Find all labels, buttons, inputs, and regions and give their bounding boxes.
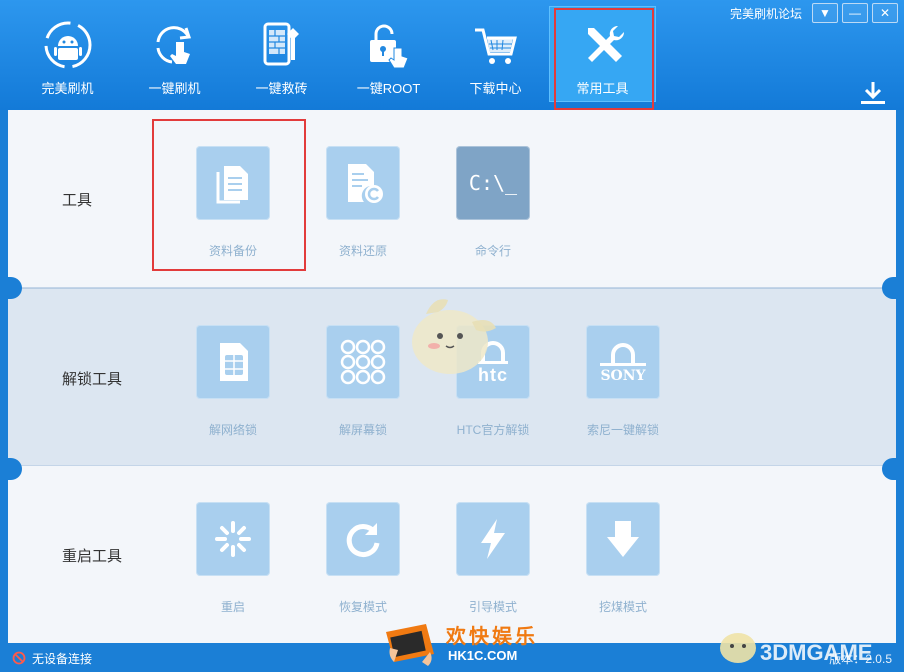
tool-label: 解屏幕锁: [338, 423, 387, 437]
no-device-icon: [12, 651, 26, 665]
3dm-title: 3DMGAME: [760, 640, 873, 665]
tool-bootloader-mode[interactable]: 引导模式: [456, 502, 530, 615]
sim-card-icon: [220, 343, 248, 381]
game-controller-icon: [386, 624, 434, 666]
tile: [196, 325, 270, 399]
arrow-down-icon: [607, 521, 639, 557]
tool-network-unlock[interactable]: 解网络锁: [196, 325, 270, 438]
nav-item-one-click-flash[interactable]: 一键刷机: [121, 6, 228, 102]
tool-list: 重启 恢复模式 引导模式 挖煤模式: [196, 502, 660, 615]
nav-item-rescue-brick[interactable]: 一键救砖: [228, 6, 335, 102]
tool-label: 重启: [220, 600, 245, 614]
menu-button[interactable]: ▼: [812, 3, 838, 23]
lightning-icon: [481, 519, 505, 559]
tool-label: HTC官方解锁: [456, 423, 530, 437]
download-icon[interactable]: [858, 80, 888, 106]
section-reboot-tools: 重启工具 重启 恢复模式 引导模式 挖煤模式: [8, 466, 896, 643]
tool-reboot[interactable]: 重启: [196, 502, 270, 615]
tool-label: 命令行: [474, 244, 511, 258]
tool-restore[interactable]: 资料还原: [326, 146, 400, 259]
close-button[interactable]: ✕: [872, 3, 898, 23]
tool-screen-unlock[interactable]: 解屏幕锁: [326, 325, 400, 438]
nav-label: 下载中心: [469, 81, 522, 96]
tile: [586, 502, 660, 576]
nav-item-one-click-root[interactable]: 一键ROOT: [335, 6, 442, 102]
3dm-watermark: 3DMGAME: [716, 622, 896, 668]
command-prompt-icon: C:\_: [468, 171, 518, 195]
refresh-touch-icon: [156, 26, 191, 64]
highlight-common-tools: [554, 8, 654, 110]
loading-icon: [215, 521, 251, 557]
section-title: 重启工具: [62, 548, 123, 565]
tool-download-mode[interactable]: 挖煤模式: [586, 502, 660, 615]
sony-logo: SONY: [600, 362, 646, 384]
section-title: 解锁工具: [62, 371, 123, 388]
section-tools: 工具 资料备份 资料还原 C:\_ 命令行: [8, 110, 896, 288]
section-title: 工具: [62, 192, 93, 209]
nav-label: 一键救砖: [255, 81, 308, 96]
tile: SONY: [586, 325, 660, 399]
tool-label: 挖煤模式: [598, 600, 647, 614]
minimize-button[interactable]: —: [842, 3, 868, 23]
hk1c-watermark: 欢快娱乐 HK1C.COM: [380, 618, 540, 672]
highlight-backup-tool: [152, 119, 306, 271]
tool-label: 解网络锁: [208, 423, 257, 437]
tool-label: 恢复模式: [338, 600, 387, 614]
nav-label: 一键刷机: [148, 81, 201, 96]
tile: C:\_: [456, 146, 530, 220]
unlock-icon: [369, 24, 409, 69]
3dm-mascot-icon: [720, 633, 756, 663]
tile: [196, 502, 270, 576]
device-status: 无设备连接: [32, 652, 93, 666]
cart-icon: [474, 28, 517, 64]
top-header: 完美刷机论坛 ▼ — ✕ 完美刷机 一键刷机 一键救砖 一键ROOT 下载中心 …: [0, 0, 904, 110]
nav-item-perfect-flash[interactable]: 完美刷机: [14, 6, 121, 102]
android-icon: [44, 21, 91, 69]
tile: [326, 502, 400, 576]
mascot-watermark: [412, 299, 496, 374]
document-restore-icon: [348, 164, 383, 203]
refresh-icon: [346, 523, 380, 558]
window-controls: 完美刷机论坛 ▼ — ✕: [730, 3, 898, 23]
tool-sony-unlock[interactable]: SONY 索尼一键解锁: [586, 325, 660, 438]
tool-label: 资料还原: [338, 244, 387, 258]
tile: [326, 146, 400, 220]
tile: [326, 325, 400, 399]
lock-icon: [611, 342, 635, 363]
nav-item-download-center[interactable]: 下载中心: [442, 6, 549, 102]
tool-label: 索尼一键解锁: [586, 423, 659, 437]
tool-command-line[interactable]: C:\_ 命令行: [456, 146, 530, 259]
forum-link[interactable]: 完美刷机论坛: [730, 5, 802, 22]
nav-label: 一键ROOT: [356, 81, 421, 96]
tool-label: 引导模式: [468, 600, 517, 614]
nav-label: 完美刷机: [41, 81, 94, 96]
brick-phone-icon: [263, 22, 299, 66]
hk1c-title: 欢快娱乐: [446, 626, 538, 648]
hk1c-url: HK1C.COM: [448, 648, 518, 663]
tile: [456, 502, 530, 576]
pattern-lock-icon: [340, 339, 386, 385]
tool-recovery-mode[interactable]: 恢复模式: [326, 502, 400, 615]
